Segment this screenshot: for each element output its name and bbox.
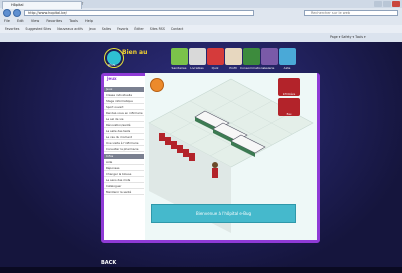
tool-label: Infirmière bbox=[282, 93, 296, 96]
site-brand: Bien au bbox=[122, 49, 148, 56]
coin-icon[interactable] bbox=[150, 78, 164, 92]
sidebar-item[interactable]: Réponses bbox=[104, 166, 144, 171]
favorites-item[interactable]: Éditer bbox=[134, 27, 143, 31]
sidebar-item[interactable]: Aide bbox=[104, 160, 144, 165]
sidebar-item[interactable]: Le sel de vie bbox=[104, 117, 144, 122]
command-bar[interactable]: Page ▾ Safety ▾ Tools ▾ bbox=[330, 33, 366, 42]
sidebar-item[interactable]: Le cas du moment bbox=[104, 135, 144, 140]
sidebar-item[interactable]: Rénovation/santé bbox=[104, 123, 144, 128]
menu-file[interactable]: File bbox=[4, 19, 10, 23]
taskbar bbox=[0, 267, 402, 273]
nav-label: Aide bbox=[283, 66, 291, 70]
sidebar-item[interactable]: Une visite à l'infirmerie bbox=[104, 141, 144, 146]
favorites-item[interactable]: Nouveaux actifs bbox=[57, 27, 83, 31]
menu-bar: File Edit View Favorites Tools Help bbox=[0, 18, 402, 25]
favorites-item[interactable]: Suggested Sites bbox=[25, 27, 51, 31]
favorites-item[interactable]: Contact bbox=[171, 27, 183, 31]
back-button[interactable] bbox=[3, 9, 11, 17]
nav-quiz-icon[interactable] bbox=[207, 48, 224, 65]
sidebar-item[interactable]: Le sens des mots bbox=[104, 178, 144, 183]
sidebar-item[interactable]: Cataloguer bbox=[104, 184, 144, 189]
favorites-item[interactable]: Sites RSS bbox=[150, 27, 165, 31]
close-button[interactable] bbox=[392, 1, 400, 7]
sidebar-item[interactable]: Sport ouvert bbox=[104, 105, 144, 110]
favorites-item[interactable]: Favoris bbox=[117, 27, 128, 31]
menu-help[interactable]: Help bbox=[85, 19, 93, 23]
sidebar-section: Jeux bbox=[104, 87, 144, 92]
favorites-item[interactable]: Salles bbox=[102, 27, 111, 31]
sidebar-section: Infos bbox=[104, 154, 144, 159]
sidebar-item[interactable]: Consulter la pharmacie bbox=[104, 147, 144, 152]
back-link[interactable]: BACK bbox=[101, 260, 116, 266]
sidebar-item[interactable]: La salle des tests bbox=[104, 129, 144, 134]
nav-galerie-icon[interactable] bbox=[261, 48, 278, 65]
search-input[interactable]: Rechercher sur le web bbox=[304, 10, 398, 16]
nav-aide-icon[interactable] bbox=[279, 48, 296, 65]
sidebar-item[interactable]: Changer la blouse bbox=[104, 172, 144, 177]
sidebar-item[interactable]: Classe individuelle bbox=[104, 93, 144, 98]
favorites-item[interactable]: Favorites bbox=[5, 27, 19, 31]
sidebar-item[interactable]: Maintenir la santé bbox=[104, 190, 144, 195]
sidebar: Jeux Classe individuelle Stage informati… bbox=[104, 87, 144, 239]
maximize-button[interactable] bbox=[383, 1, 391, 7]
menu-view[interactable]: View bbox=[31, 19, 39, 23]
menu-favorites[interactable]: Favorites bbox=[46, 19, 62, 23]
menu-edit[interactable]: Edit bbox=[17, 19, 24, 23]
welcome-banner: Bienvenue à l'hôpital e-Bug bbox=[151, 204, 296, 223]
tool-label: Eau bbox=[286, 113, 292, 116]
nav-profil-icon[interactable] bbox=[225, 48, 242, 65]
forward-button[interactable] bbox=[13, 9, 21, 17]
minimize-button[interactable] bbox=[374, 1, 382, 7]
browser-tab[interactable]: Hôpital bbox=[2, 1, 82, 9]
nav-sanitaires-icon[interactable] bbox=[171, 48, 188, 65]
menu-tools[interactable]: Tools bbox=[69, 19, 78, 23]
nurse-character bbox=[212, 162, 218, 178]
sidebar-item[interactable]: Stage informatique bbox=[104, 99, 144, 104]
favorites-item[interactable]: Jeux bbox=[89, 27, 96, 31]
frame-label: Jeux bbox=[107, 76, 117, 81]
address-bar[interactable]: http://www.hopital.be/ bbox=[24, 10, 254, 16]
nav-livrables-icon[interactable] bbox=[189, 48, 206, 65]
nav-consommations-icon[interactable] bbox=[243, 48, 260, 65]
address-row: http://www.hopital.be/ Rechercher sur le… bbox=[0, 8, 402, 18]
site-brand-subtitle: plus... bbox=[108, 63, 119, 67]
favorites-bar: Favorites Suggested Sites Nouveaux actif… bbox=[0, 25, 402, 33]
sidebar-item[interactable]: Rendez-vous en infirmerie bbox=[104, 111, 144, 116]
